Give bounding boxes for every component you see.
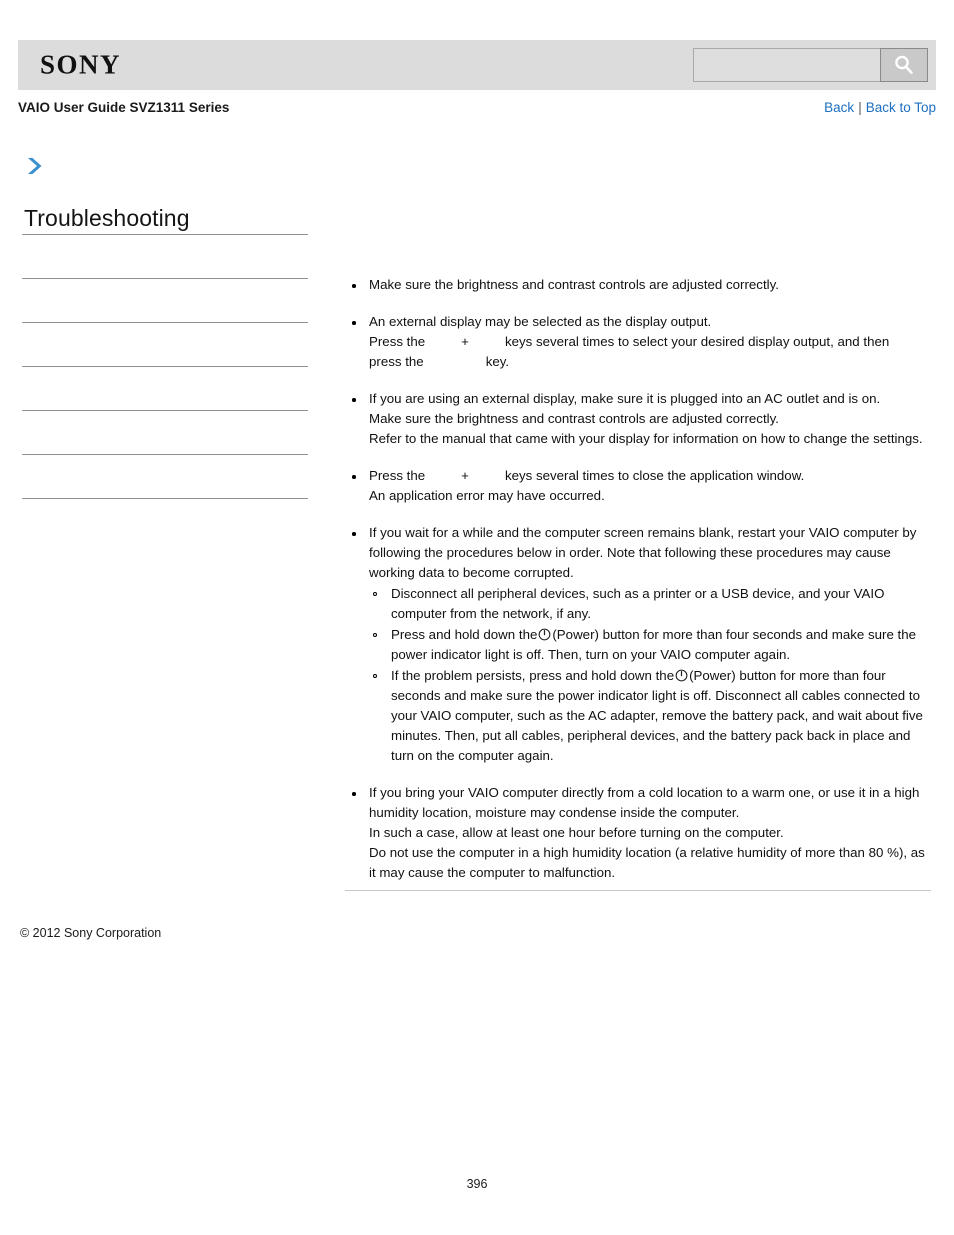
search-area <box>693 48 928 82</box>
bullet-text: An external display may be selected as t… <box>369 314 712 329</box>
bullet-text: Make sure the brightness and contrast co… <box>369 277 779 292</box>
sidebar-divider <box>22 498 308 500</box>
sidebar-item-5[interactable] <box>22 411 308 454</box>
header-nav-links: Back | Back to Top <box>824 100 936 115</box>
list-item: An external display may be selected as t… <box>345 312 933 372</box>
bullet-text: If you bring your VAIO computer directly… <box>369 785 920 820</box>
sub-list-item: If the problem persists, press and hold … <box>369 666 933 766</box>
troubleshooting-list: Make sure the brightness and contrast co… <box>345 275 933 883</box>
search-button[interactable] <box>880 48 928 82</box>
list-item: If you bring your VAIO computer directly… <box>345 783 933 883</box>
sidebar-item-4[interactable] <box>22 367 308 410</box>
bullet-text: If you wait for a while and the computer… <box>369 525 917 580</box>
bullet-text: Make sure the brightness and contrast co… <box>369 411 779 426</box>
power-icon <box>675 668 688 682</box>
guide-title: VAIO User Guide SVZ1311 Series <box>18 100 230 115</box>
sidebar-item-1[interactable] <box>22 235 308 278</box>
list-item: Press the + keys several times to close th… <box>345 466 933 506</box>
sub-list: Disconnect all peripheral devices, such … <box>369 584 933 766</box>
plus-sign: + <box>461 468 469 483</box>
bullet-text: In such a case, allow at least one hour … <box>369 825 784 840</box>
sub-list-item: Press and hold down the (Power) button fo… <box>369 625 933 665</box>
list-item: Make sure the brightness and contrast co… <box>345 275 933 295</box>
bullet-text: key. <box>485 354 510 369</box>
main-content: Make sure the brightness and contrast co… <box>345 275 933 883</box>
chevron-right-icon[interactable] <box>25 155 45 177</box>
search-input[interactable] <box>693 48 880 82</box>
bullet-text-line: Press the + keys several times to select y… <box>369 332 933 352</box>
plus-sign: + <box>461 334 469 349</box>
sub-header: VAIO User Guide SVZ1311 Series Back | Back… <box>18 100 936 120</box>
bullet-text: keys several times to select your desire… <box>504 334 890 349</box>
page-number: 396 <box>466 1177 488 1191</box>
back-link[interactable]: Back <box>824 100 854 115</box>
bullet-text: Press the <box>369 334 426 349</box>
bullet-text: Refer to the manual that came with your … <box>369 431 923 446</box>
sony-logo: SONY <box>40 49 122 80</box>
list-item: If you are using an external display, ma… <box>345 389 933 449</box>
bullet-text: keys several times to close the applicat… <box>504 468 805 483</box>
sub-list-item: Disconnect all peripheral devices, such … <box>369 584 933 624</box>
bullet-text: Do not use the computer in a high humidi… <box>369 845 925 880</box>
bullet-text: An application error may have occurred. <box>369 488 605 503</box>
sub-bullet-text: If the problem persists, press and hold … <box>391 668 675 683</box>
search-icon <box>892 53 916 77</box>
sub-bullet-text: Press and hold down the <box>391 627 538 642</box>
sidebar-item-6[interactable] <box>22 455 308 498</box>
copyright-text: © 2012 Sony Corporation <box>20 926 162 940</box>
link-separator: | <box>858 100 862 115</box>
site-header-bar: SONY <box>18 40 936 90</box>
sidebar-item-3[interactable] <box>22 323 308 366</box>
bullet-text-line: Press the + keys several times to close th… <box>369 466 933 486</box>
back-to-top-link[interactable]: Back to Top <box>866 100 936 115</box>
page-title: Troubleshooting <box>24 205 190 231</box>
power-icon <box>538 627 551 641</box>
sub-bullet-text: Disconnect all peripheral devices, such … <box>391 586 885 621</box>
content-bottom-rule <box>345 890 931 891</box>
bullet-text: press the <box>369 354 424 369</box>
bullet-text-line: press the key. <box>369 352 933 372</box>
bullet-text: Press the <box>369 468 426 483</box>
sidebar-item-2[interactable] <box>22 279 308 322</box>
sidebar: Troubleshooting <box>22 155 308 500</box>
list-item: If you wait for a while and the computer… <box>345 523 933 766</box>
bullet-text: If you are using an external display, ma… <box>369 391 881 406</box>
